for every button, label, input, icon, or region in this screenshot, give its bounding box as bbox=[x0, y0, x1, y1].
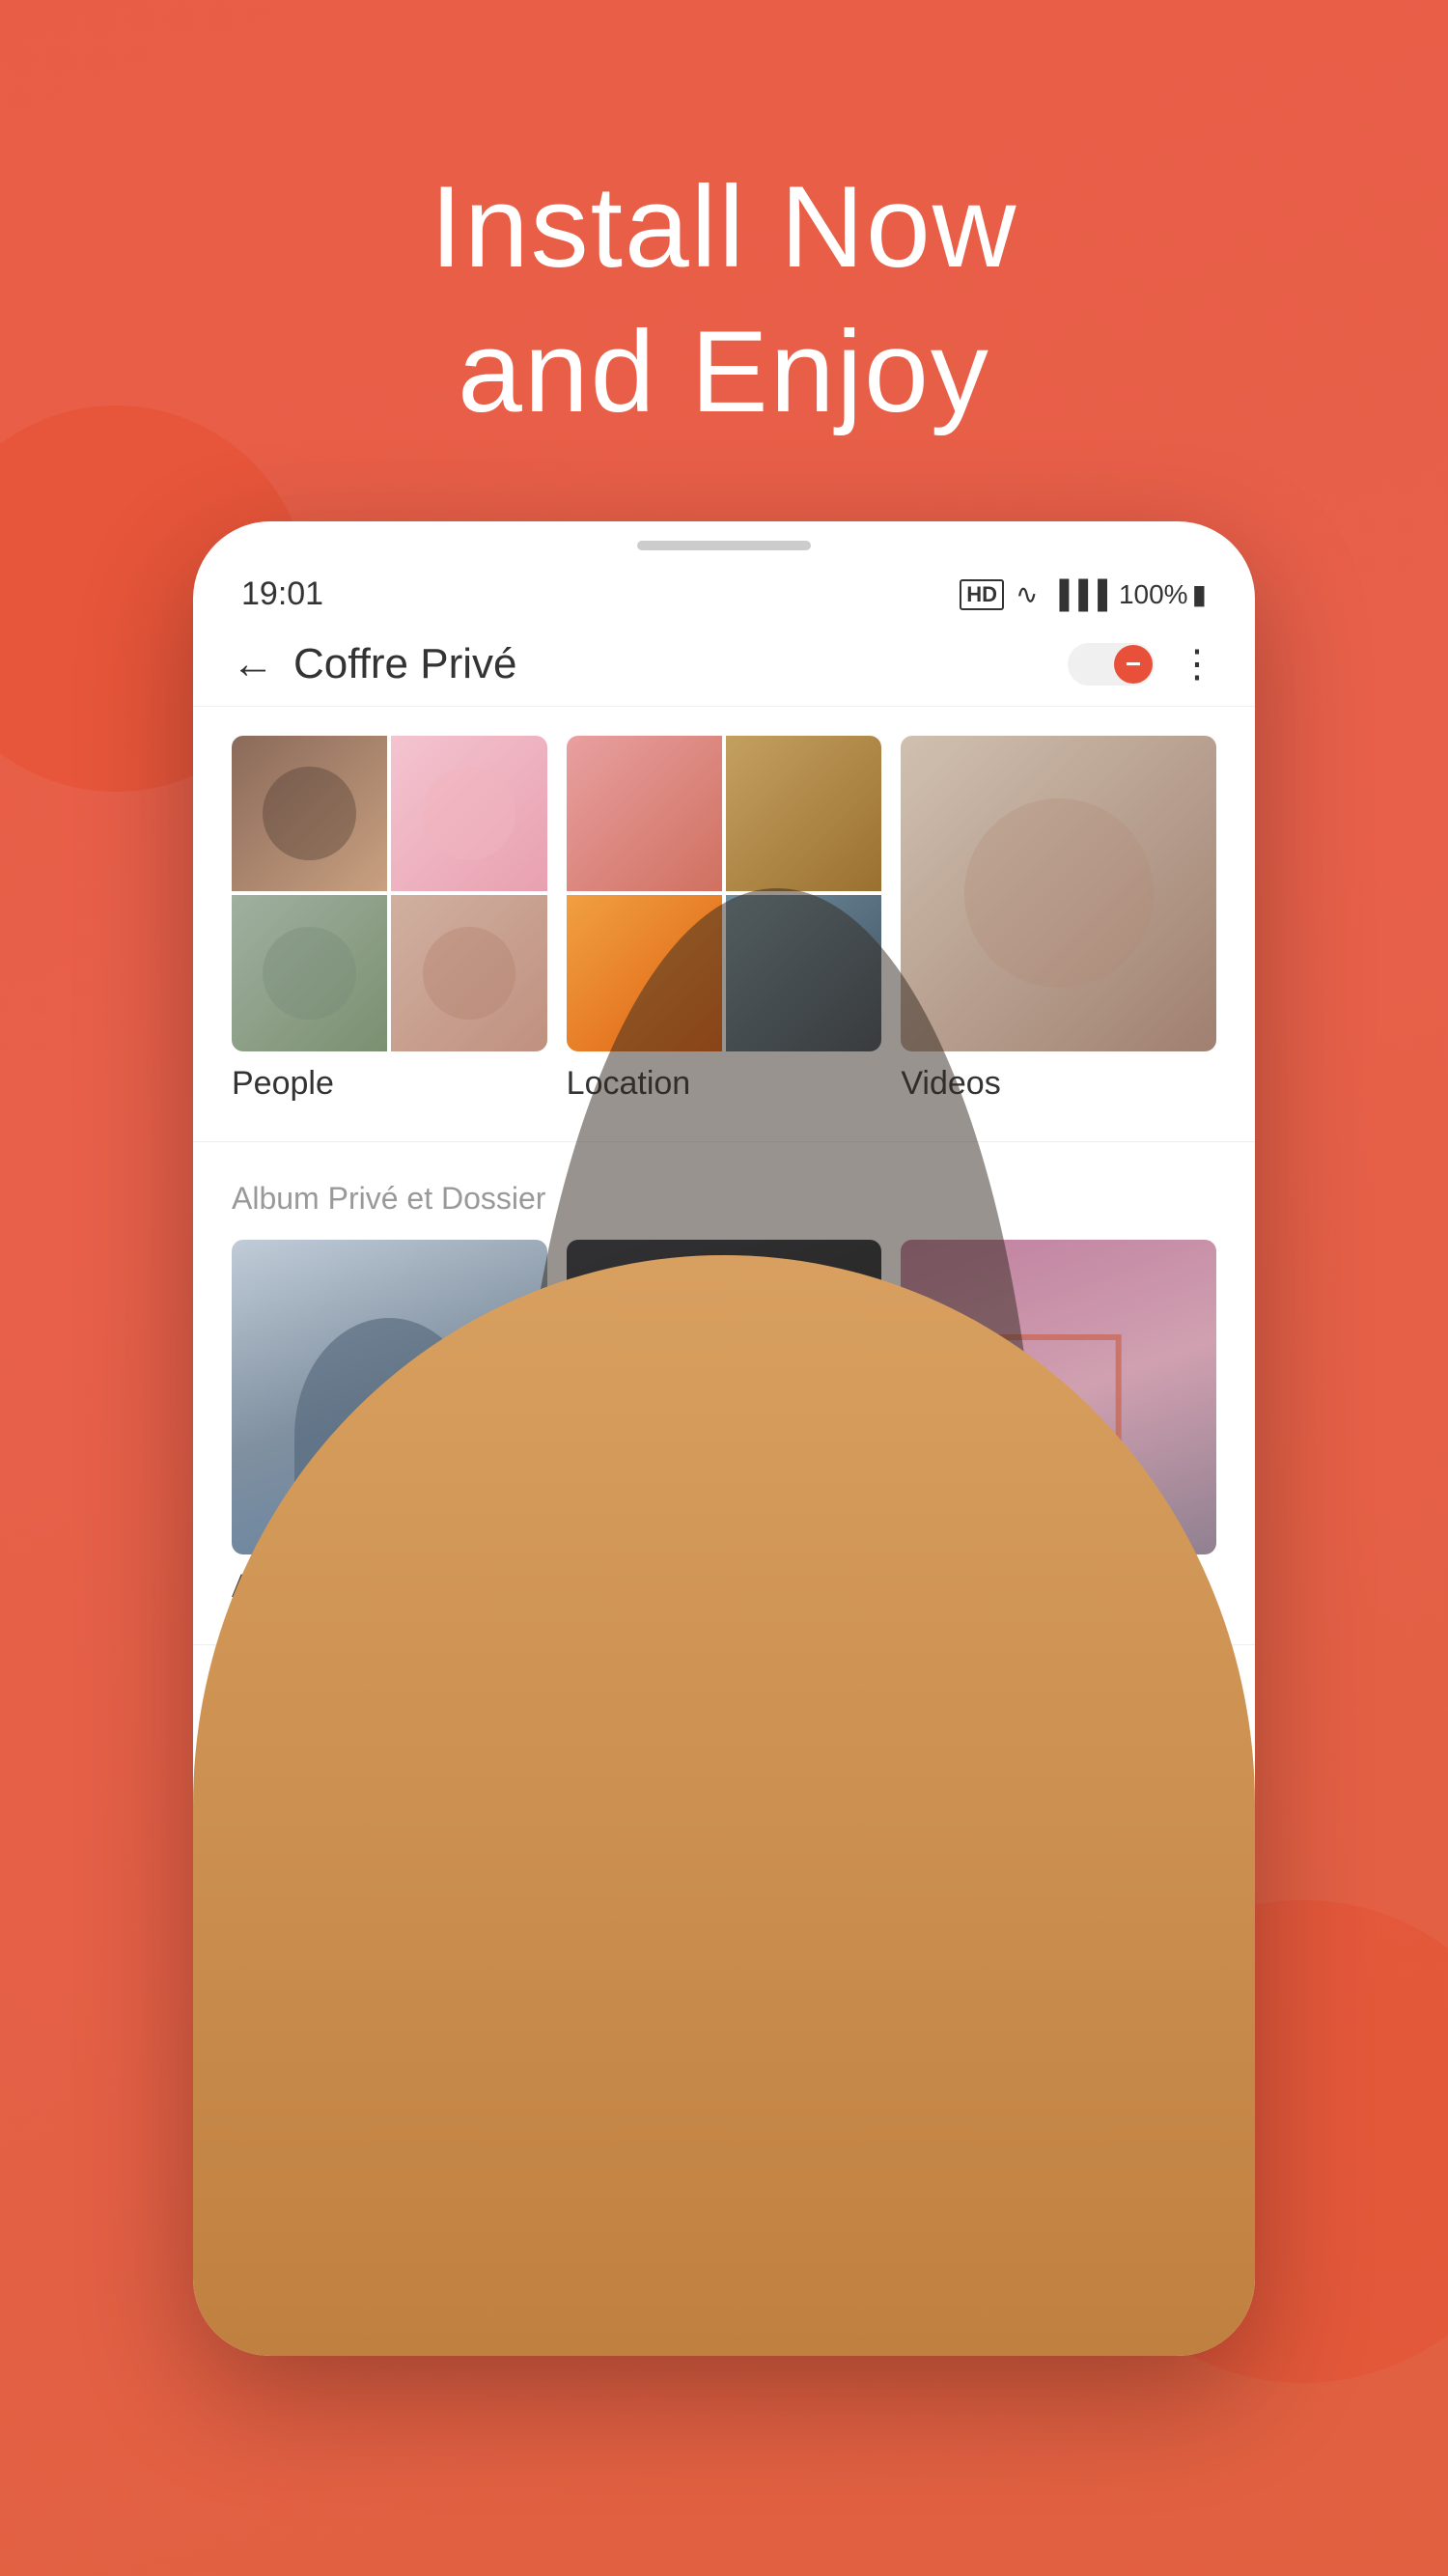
people-images bbox=[232, 736, 547, 1051]
phone-handle bbox=[637, 541, 811, 550]
phone-mockup: 19:01 HD ∿ ▐▐▐ 100% ▮ ← Coffre Privé ⋮ bbox=[193, 521, 1255, 2356]
location-img-2 bbox=[726, 736, 881, 891]
app-title: Coffre Privé bbox=[293, 640, 1068, 688]
wifi-icon: ∿ bbox=[1016, 578, 1038, 610]
battery-icon: ▮ bbox=[1192, 578, 1207, 610]
status-time: 19:01 bbox=[241, 575, 323, 613]
category-people-label: People bbox=[232, 1065, 547, 1103]
videos-images bbox=[901, 736, 1216, 1051]
privacy-section: Privacy albums & folders bbox=[193, 1665, 1255, 2187]
install-title: Install Now and Enjoy bbox=[431, 154, 1018, 444]
category-people[interactable]: People bbox=[232, 736, 547, 1103]
category-videos[interactable]: Videos bbox=[901, 736, 1216, 1103]
videos-img-1 bbox=[901, 736, 1216, 1051]
hd-badge: HD bbox=[960, 579, 1004, 610]
privacy-item-2[interactable] bbox=[676, 1743, 1100, 2168]
people-img-3 bbox=[232, 895, 387, 1050]
header-section: Install Now and Enjoy bbox=[431, 154, 1018, 444]
toggle-dot bbox=[1114, 645, 1153, 684]
dunes bbox=[676, 1743, 1100, 2168]
toggle-button[interactable] bbox=[1068, 643, 1155, 686]
signal-icon: ▐▐▐ bbox=[1049, 579, 1107, 610]
install-line2: and Enjoy bbox=[458, 307, 990, 436]
status-bar: 19:01 HD ∿ ▐▐▐ 100% ▮ bbox=[193, 560, 1255, 623]
privacy-grid bbox=[232, 1743, 1216, 2168]
people-img-4 bbox=[391, 895, 546, 1050]
people-img-2 bbox=[391, 736, 546, 891]
people-img-1 bbox=[232, 736, 387, 891]
app-bar: ← Coffre Privé ⋮ bbox=[193, 623, 1255, 707]
battery-percent: 100% bbox=[1119, 579, 1188, 610]
status-icons: HD ∿ ▐▐▐ 100% ▮ bbox=[960, 578, 1207, 610]
more-options-icon[interactable]: ⋮ bbox=[1178, 642, 1216, 686]
back-button[interactable]: ← bbox=[232, 640, 274, 688]
battery-display: 100% ▮ bbox=[1119, 578, 1207, 610]
location-img-1 bbox=[567, 736, 722, 891]
install-line1: Install Now bbox=[431, 162, 1018, 292]
privacy-thumb-2 bbox=[676, 1743, 1100, 2168]
